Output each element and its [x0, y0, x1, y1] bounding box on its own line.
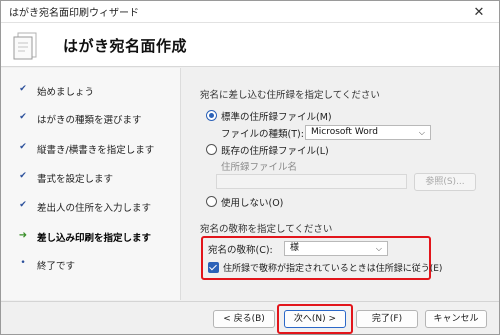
honorific-label: 宛名の敬称(C):: [208, 245, 273, 256]
chevron-down-icon: ⌵: [375, 244, 382, 253]
step-start: ✔ 始めましょう: [1, 80, 181, 102]
cancel-button[interactable]: キャンセル: [425, 310, 487, 328]
follow-address-book-label: 住所録で敬称が指定されているときは住所録に従う(E): [223, 264, 443, 274]
step-card-type: ✔ はがきの種類を選びます: [1, 108, 181, 130]
file-type-label: ファイルの種類(T):: [221, 129, 304, 140]
step-label: 終了です: [37, 261, 76, 272]
step-orientation: ✔ 縦書き/横書きを指定します: [1, 138, 181, 160]
back-button[interactable]: < 戻る(B): [213, 310, 275, 328]
address-book-section-title: 宛名に差し込む住所録を指定してください: [200, 90, 380, 101]
content-area: 宛名に差し込む住所録を指定してください 標準の住所録ファイル(M) ファイルの種…: [182, 68, 499, 300]
next-highlight-box: [277, 304, 353, 334]
existing-address-book-label: 既存の住所録ファイル(L): [221, 146, 329, 157]
steps-sidebar: ✔ 始めましょう ✔ はがきの種類を選びます ✔ 縦書き/横書きを指定します ✔…: [1, 68, 181, 300]
step-sender: ✔ 差出人の住所を入力します: [1, 196, 181, 218]
existing-address-book-radio[interactable]: [206, 144, 217, 155]
arrow-right-icon: ➜: [18, 230, 28, 241]
browse-button[interactable]: 参照(S)...: [414, 173, 476, 191]
window-title: はがき宛名面印刷ウィザード: [9, 8, 139, 19]
wizard-window: はがき宛名面印刷ウィザード ✕ はがき宛名面作成 ✔ 始めましょう ✔ はがきの…: [0, 0, 500, 335]
close-icon[interactable]: ✕: [459, 1, 499, 23]
no-address-book-label: 使用しない(O): [221, 198, 284, 209]
step-label: はがきの種類を選びます: [37, 115, 142, 126]
step-format: ✔ 書式を設定します: [1, 167, 181, 189]
honorific-select[interactable]: 様 ⌵: [284, 241, 388, 256]
file-type-value: Microsoft Word: [311, 127, 378, 137]
step-finish: • 終了です: [1, 254, 181, 276]
standard-address-book-radio[interactable]: [206, 110, 217, 121]
honorific-section-title: 宛名の敬称を指定してください: [200, 224, 333, 235]
check-icon: ✔: [19, 112, 27, 122]
wizard-header: はがき宛名面作成: [1, 23, 499, 67]
check-icon: ✔: [19, 84, 27, 94]
no-address-book-radio[interactable]: [206, 196, 217, 207]
wizard-footer: < 戻る(B) 次へ(N) > 完了(F) キャンセル: [1, 301, 499, 334]
honorific-value: 様: [290, 243, 300, 253]
file-type-select[interactable]: Microsoft Word ⌵: [305, 125, 431, 140]
address-file-name-input[interactable]: [216, 174, 407, 189]
step-label: 差し込み印刷を指定します: [37, 233, 152, 244]
check-icon: ✔: [19, 171, 27, 181]
step-label: 始めましょう: [37, 87, 95, 98]
step-label: 書式を設定します: [37, 174, 114, 185]
finish-button[interactable]: 完了(F): [356, 310, 418, 328]
step-label: 縦書き/横書きを指定します: [37, 145, 155, 156]
step-merge: ➜ 差し込み印刷を指定します: [1, 226, 181, 248]
check-icon: ✔: [19, 142, 27, 152]
address-file-name-label: 住所録ファイル名: [221, 162, 298, 173]
step-label: 差出人の住所を入力します: [37, 203, 152, 214]
check-icon: ✔: [19, 200, 27, 210]
bullet-icon: •: [20, 258, 26, 268]
title-bar: はがき宛名面印刷ウィザード ✕: [1, 1, 499, 23]
follow-address-book-checkbox[interactable]: [208, 262, 219, 273]
wizard-logo-icon: [13, 32, 37, 60]
page-title: はがき宛名面作成: [63, 37, 188, 55]
standard-address-book-label: 標準の住所録ファイル(M): [221, 112, 332, 123]
chevron-down-icon: ⌵: [418, 128, 425, 137]
